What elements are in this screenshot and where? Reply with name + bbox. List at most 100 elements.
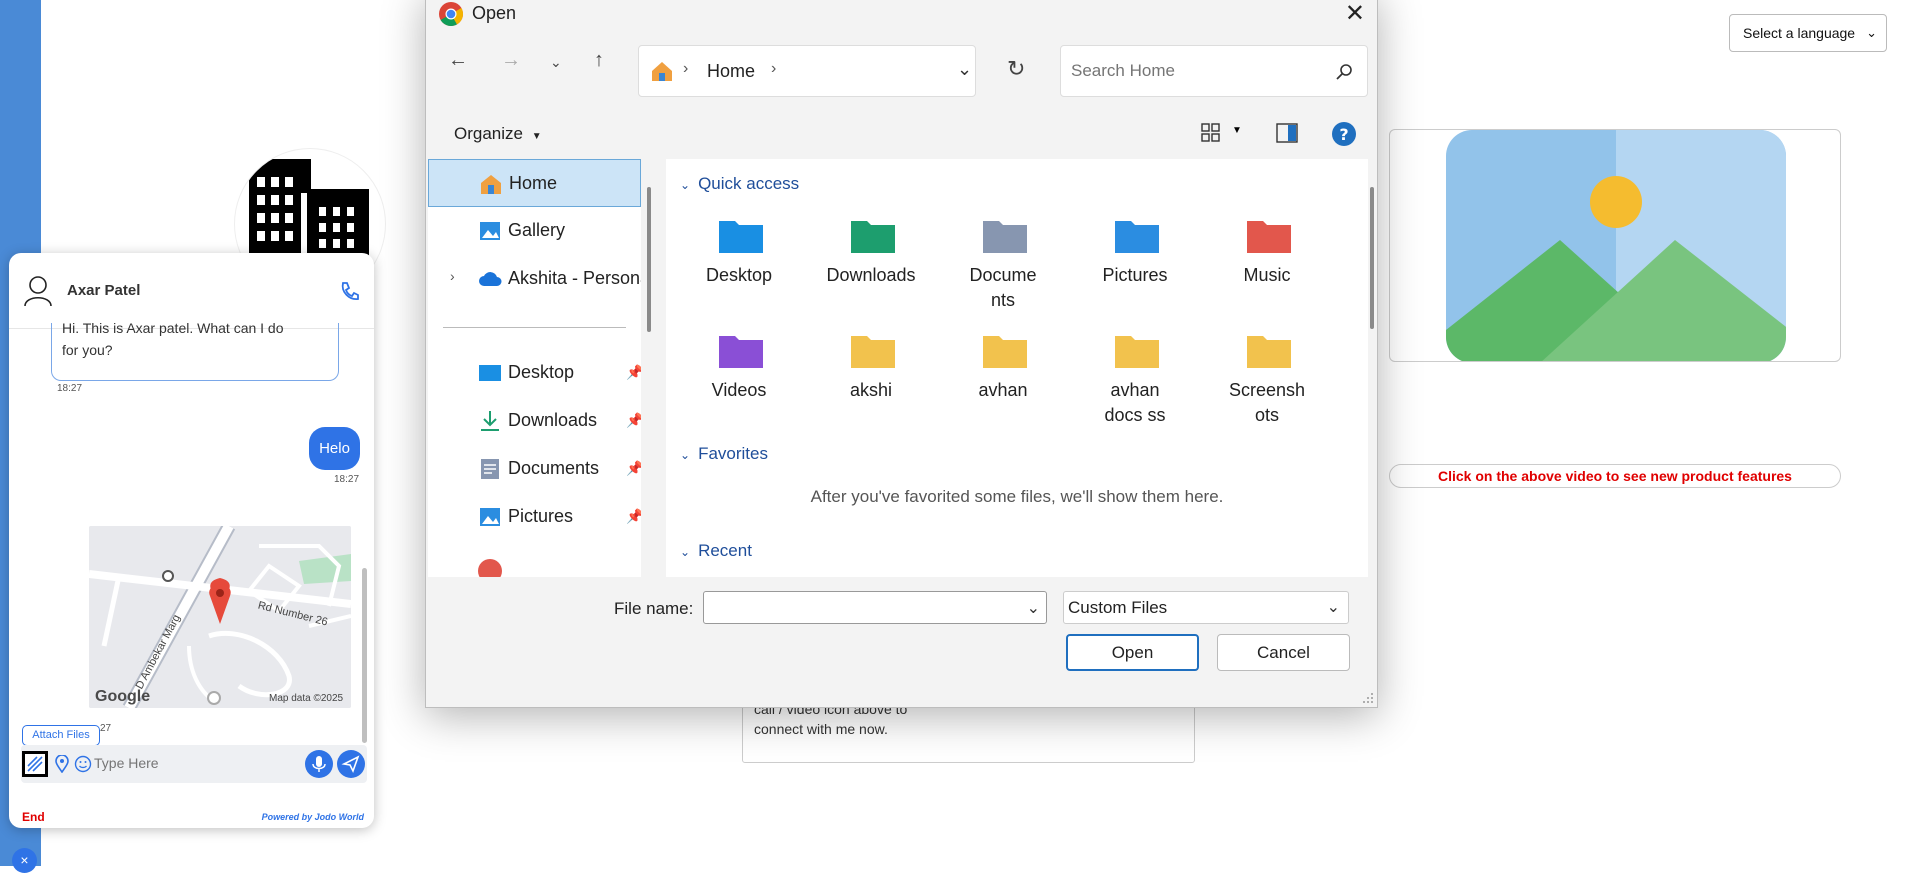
folder-icon <box>1115 336 1159 368</box>
cancel-button[interactable]: Cancel <box>1217 634 1350 671</box>
dialog-close-icon[interactable]: ✕ <box>1345 0 1365 28</box>
folder-tile[interactable]: akshi <box>811 314 931 424</box>
message-input[interactable] <box>94 755 274 771</box>
open-button[interactable]: Open <box>1066 634 1199 671</box>
language-select-label: Select a language <box>1743 25 1856 41</box>
folder-content-area: ⌄ Quick access Desktop Downloads Docume nts P… <box>666 159 1368 577</box>
address-bar[interactable]: › Home › ⌄ <box>638 45 976 97</box>
folder-name-line1: Desktop <box>705 265 773 285</box>
nav-item-gallery[interactable]: Gallery <box>428 207 641 255</box>
section-quick-access[interactable]: ⌄ Quick access <box>680 174 799 194</box>
recent-locations-chevron-icon[interactable]: ⌄ <box>550 54 562 71</box>
folder-icon <box>983 221 1027 253</box>
address-dropdown-icon[interactable]: ⌄ <box>957 59 972 80</box>
folder-tile[interactable]: Screensh ots <box>1207 314 1327 425</box>
video-placeholder-card[interactable] <box>1389 129 1841 362</box>
folder-name: Downloads <box>811 263 931 288</box>
file-name-input[interactable]: ⌄ <box>703 591 1047 624</box>
chevron-down-icon: ⌄ <box>1866 25 1877 40</box>
pin-icon[interactable]: 📌 <box>626 364 641 381</box>
view-caret-icon[interactable]: ▼ <box>1232 125 1242 136</box>
home-icon <box>481 175 501 194</box>
back-arrow-icon[interactable]: ← <box>448 49 468 72</box>
folder-name-line1: Screensh <box>1228 380 1306 400</box>
collapse-chevron-icon: ⌄ <box>680 448 691 462</box>
nav-item-label: Akshita - Personal <box>508 268 641 288</box>
up-arrow-icon[interactable]: ↑ <box>594 49 604 72</box>
expand-chevron-icon[interactable]: › <box>450 268 455 284</box>
folder-tile[interactable]: Videos <box>679 314 799 424</box>
view-grid-icon[interactable] <box>1201 123 1221 143</box>
location-map[interactable]: Rd Number 26 D Ambekar Marg Map data ©20… <box>89 526 351 708</box>
organize-menu[interactable]: Organize ▼ <box>454 124 542 144</box>
search-box[interactable] <box>1060 45 1368 97</box>
phone-call-icon[interactable] <box>339 281 359 301</box>
search-input[interactable] <box>1071 61 1321 81</box>
powered-by-link[interactable]: Powered by Jodo World <box>262 812 364 822</box>
send-icon <box>341 755 360 774</box>
folder-name: avhan <box>943 378 1063 403</box>
folder-name-line2: nts <box>990 290 1015 310</box>
search-icon[interactable] <box>1336 63 1354 81</box>
nav-item-pictures[interactable]: Pictures 📌 <box>428 493 641 541</box>
close-chat-button[interactable]: × <box>12 848 37 873</box>
folder-name-line1: Pictures <box>1102 265 1168 285</box>
section-recent[interactable]: ⌄ Recent <box>680 541 752 561</box>
attachment-icon[interactable] <box>22 751 48 777</box>
emoji-icon[interactable] <box>74 755 92 773</box>
file-type-chevron-icon: ⌄ <box>1326 599 1340 616</box>
folder-name: Docume nts <box>943 263 1063 313</box>
help-icon[interactable]: ? <box>1331 121 1357 147</box>
pin-icon[interactable]: 📌 <box>626 412 641 429</box>
incoming-message-line1: Hi. This is Axar patel. What can I do <box>62 323 284 336</box>
home-icon <box>652 62 672 81</box>
send-button[interactable] <box>337 750 365 778</box>
location-pin-icon[interactable] <box>55 755 69 773</box>
incoming-time: 18:27 <box>57 383 83 394</box>
music-icon <box>478 559 502 577</box>
folder-name-line1: Docume <box>969 265 1037 285</box>
forward-arrow-icon[interactable]: → <box>501 49 521 72</box>
pin-icon[interactable]: 📌 <box>626 460 641 477</box>
folder-tile[interactable]: avhan docs ss <box>1075 314 1195 425</box>
file-name-dropdown-icon[interactable]: ⌄ <box>1027 598 1040 618</box>
nav-item-downloads[interactable]: Downloads 📌 <box>428 397 641 445</box>
section-favorites[interactable]: ⌄ Favorites <box>680 444 768 464</box>
chrome-icon <box>439 2 464 27</box>
folder-tile[interactable]: Docume nts <box>943 199 1063 310</box>
breadcrumb-home[interactable]: Home <box>707 61 755 82</box>
intro-line-2: connect with me now. <box>754 721 888 737</box>
nav-pane-scrollbar[interactable] <box>647 187 651 332</box>
chat-scrollbar[interactable] <box>362 568 367 743</box>
resize-grip-icon[interactable] <box>1362 692 1374 704</box>
folder-tile[interactable]: Music <box>1207 199 1327 309</box>
folder-tile[interactable]: Downloads <box>811 199 931 309</box>
feature-banner[interactable]: Click on the above video to see new prod… <box>1389 464 1841 488</box>
microphone-icon <box>312 756 326 772</box>
pin-icon[interactable]: 📌 <box>626 508 641 525</box>
nav-item-home[interactable]: Home <box>428 159 641 207</box>
desktop-icon <box>479 365 501 381</box>
language-select[interactable]: Select a language ⌄ <box>1729 14 1887 52</box>
nav-item-documents[interactable]: Documents 📌 <box>428 445 641 493</box>
content-scrollbar[interactable] <box>1370 187 1374 329</box>
folder-name-line2: docs ss <box>1104 405 1166 425</box>
end-chat-button[interactable]: End <box>22 810 45 824</box>
folder-name: avhan docs ss <box>1075 378 1195 428</box>
folder-tile[interactable]: avhan <box>943 314 1063 424</box>
map-time: 27 <box>100 723 112 734</box>
attach-files-button[interactable]: Attach Files <box>22 725 100 746</box>
file-type-select[interactable]: Custom Files ⌄ <box>1063 591 1349 624</box>
folder-tile[interactable]: Desktop <box>679 199 799 309</box>
nav-item-desktop[interactable]: Desktop 📌 <box>428 349 641 397</box>
file-type-value: Custom Files <box>1068 598 1168 617</box>
preview-pane-icon[interactable] <box>1276 123 1298 143</box>
microphone-button[interactable] <box>305 750 333 778</box>
refresh-icon[interactable]: ↻ <box>1007 56 1025 82</box>
nav-item-label: Documents <box>508 458 600 478</box>
user-icon <box>24 276 52 307</box>
nav-item-onedrive[interactable]: › Akshita - Personal <box>428 255 641 303</box>
chat-input-bar <box>21 745 367 783</box>
folder-tile[interactable]: Pictures <box>1075 199 1195 309</box>
outgoing-time: 18:27 <box>334 474 360 485</box>
